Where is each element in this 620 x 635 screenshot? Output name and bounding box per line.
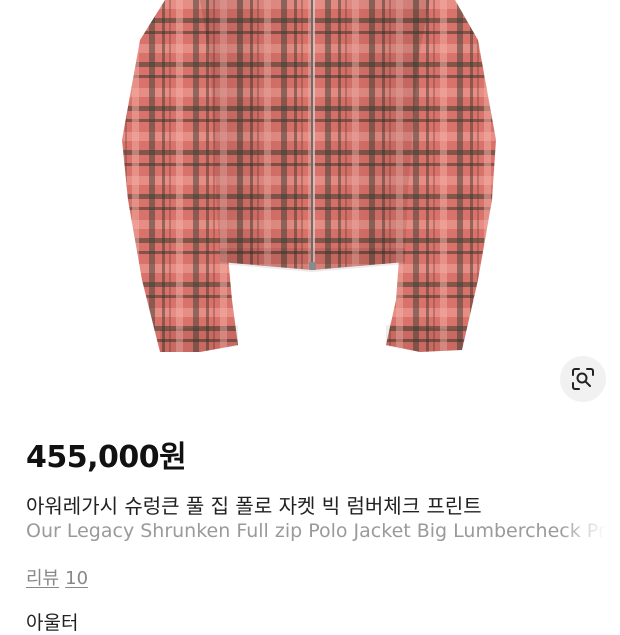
product-image[interactable] [0,0,620,410]
product-title-english: Our Legacy Shrunken Full zip Polo Jacket… [26,520,620,542]
reviews-count: 10 [65,568,89,589]
lens-search-icon [572,368,594,390]
product-title-english-text: Our Legacy Shrunken Full zip Polo Jacket… [26,520,606,542]
product-title-korean: 아워레가시 슈렁큰 풀 집 폴로 자켓 빅 럼버체크 프린트 [26,494,482,518]
lens-search-button[interactable] [560,356,606,402]
next-section-label: 아울터 [26,612,79,634]
jacket-photo [122,0,496,352]
reviews-link[interactable]: 리뷰 10 [26,564,88,590]
product-price: 455,000원 [26,440,187,475]
reviews-label: 리뷰 [26,568,60,589]
